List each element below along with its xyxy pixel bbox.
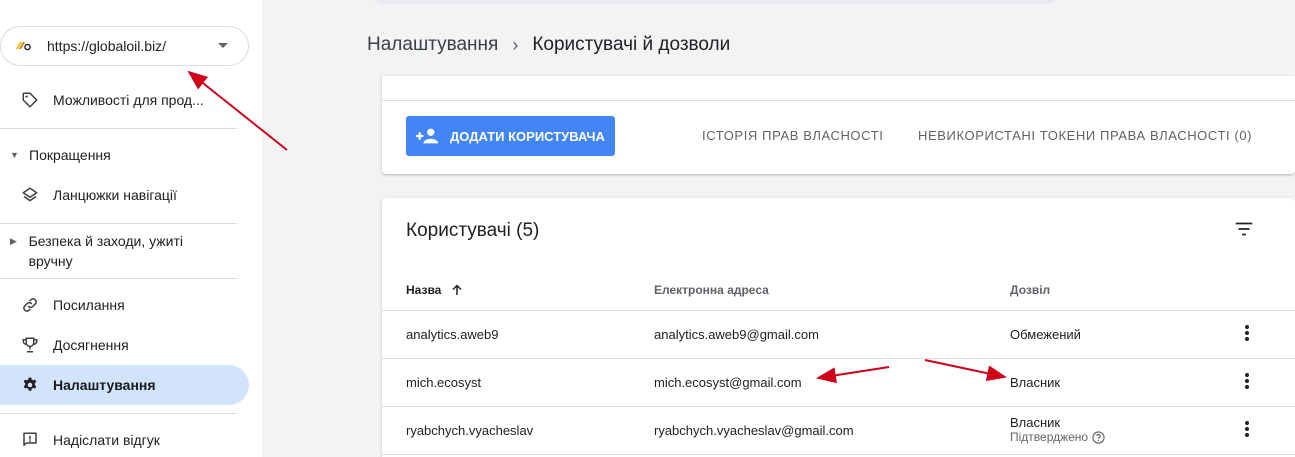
sidebar-item-label: Налаштування (53, 377, 156, 393)
user-name: analytics.aweb9 (406, 327, 499, 342)
search-bar-fragment (370, 0, 1060, 4)
sidebar-divider (0, 413, 237, 414)
more-vert-icon[interactable] (1243, 419, 1251, 439)
sidebar-group-improvements[interactable]: ▼ Покращення (0, 145, 237, 165)
triangle-down-icon: ▼ (10, 150, 19, 160)
column-header-permission: Дозвіл (1010, 283, 1051, 297)
sidebar-item-label: Посилання (53, 297, 125, 313)
user-email: ryabchych.vyacheslav@gmail.com (654, 423, 854, 438)
sidebar-divider (0, 223, 237, 224)
person-add-icon (416, 126, 442, 146)
table-row: mich.ecosyst mich.ecosyst@gmail.com Влас… (382, 358, 1295, 406)
chevron-down-icon (218, 43, 228, 48)
unused-tokens-button[interactable]: НЕВИКОРИСТАНІ ТОКЕНИ ПРАВА ВЛАСНОСТІ (0) (918, 128, 1252, 143)
sidebar-divider (0, 128, 237, 129)
sidebar-divider (0, 278, 237, 279)
sidebar-item-send-feedback[interactable]: Надіслати відгук (0, 420, 249, 457)
actions-card: ДОДАТИ КОРИСТУВАЧА ІСТОРІЯ ПРАВ ВЛАСНОСТ… (382, 76, 1295, 174)
users-card: Користувачі (5) Назва Електронна адреса … (382, 198, 1295, 457)
trophy-icon (20, 335, 40, 355)
sidebar-item-achievements[interactable]: Досягнення (0, 325, 249, 365)
verified-status: Підтверджено (1010, 430, 1105, 444)
column-header-label: Назва (406, 283, 442, 297)
help-icon[interactable] (1092, 430, 1105, 444)
add-user-button[interactable]: ДОДАТИ КОРИСТУВАЧА (406, 116, 615, 156)
sidebar-item-breadcrumbs[interactable]: Ланцюжки навігації (0, 175, 249, 215)
property-favicon-icon (13, 38, 33, 54)
sidebar-group-label: Покращення (29, 147, 111, 163)
property-selector[interactable]: https://globaloil.biz/ (0, 26, 249, 66)
verified-label: Підтверджено (1010, 430, 1089, 444)
column-header-email: Електронна адреса (654, 283, 769, 297)
user-name: ryabchych.vyacheslav (406, 423, 534, 438)
sidebar-item-label: Можливості для прод... (53, 92, 204, 108)
page-title: Користувачі й дозволи (532, 34, 731, 55)
triangle-right-icon: ▶ (10, 236, 17, 246)
filter-icon[interactable] (1233, 218, 1255, 240)
breadcrumb-parent[interactable]: Налаштування (367, 34, 498, 56)
user-permission: Власник (1010, 415, 1061, 430)
user-permission: Власник (1010, 375, 1061, 390)
user-email: mich.ecosyst@gmail.com (654, 375, 802, 390)
sidebar-item-label: Ланцюжки навігації (53, 187, 177, 203)
ownership-history-button[interactable]: ІСТОРІЯ ПРАВ ВЛАСНОСТІ (702, 128, 883, 143)
chevron-right-icon: › (512, 34, 519, 55)
sidebar-item-label: Досягнення (53, 337, 129, 353)
card-divider (382, 100, 1295, 101)
gear-icon (20, 375, 40, 395)
sidebar: https://globaloil.biz/ Можливості для пр… (0, 0, 262, 457)
arrow-up-icon (451, 284, 463, 296)
tag-icon (20, 90, 40, 110)
user-permission: Обмежений (1010, 327, 1081, 342)
more-vert-icon[interactable] (1243, 323, 1251, 343)
breadcrumb: Налаштування › Користувачі й дозволи (367, 34, 730, 56)
add-user-label: ДОДАТИ КОРИСТУВАЧА (450, 128, 605, 144)
sidebar-item-label: Надіслати відгук (53, 432, 160, 448)
link-icon (20, 295, 40, 315)
sidebar-item-product-features[interactable]: Можливості для прод... (0, 80, 249, 120)
user-name: mich.ecosyst (406, 375, 482, 390)
sidebar-item-settings[interactable]: Налаштування (0, 365, 249, 405)
row-divider (382, 454, 1295, 455)
users-title: Користувачі (5) (406, 220, 540, 241)
more-vert-icon[interactable] (1243, 371, 1251, 391)
user-email: analytics.aweb9@gmail.com (654, 327, 819, 342)
sidebar-group-security[interactable]: ▶ Безпека й заходи, ужиті вручну (0, 231, 222, 271)
property-url: https://globaloil.biz/ (47, 38, 167, 54)
sidebar-item-links[interactable]: Посилання (0, 285, 249, 325)
sidebar-group-label: Безпека й заходи, ужиті вручну (28, 233, 183, 269)
layers-icon (20, 185, 40, 205)
column-header-name[interactable]: Назва (406, 283, 463, 297)
table-row: ryabchych.vyacheslav ryabchych.vyachesla… (382, 406, 1295, 454)
feedback-icon (20, 430, 40, 450)
table-row: analytics.aweb9 analytics.aweb9@gmail.co… (382, 310, 1295, 358)
